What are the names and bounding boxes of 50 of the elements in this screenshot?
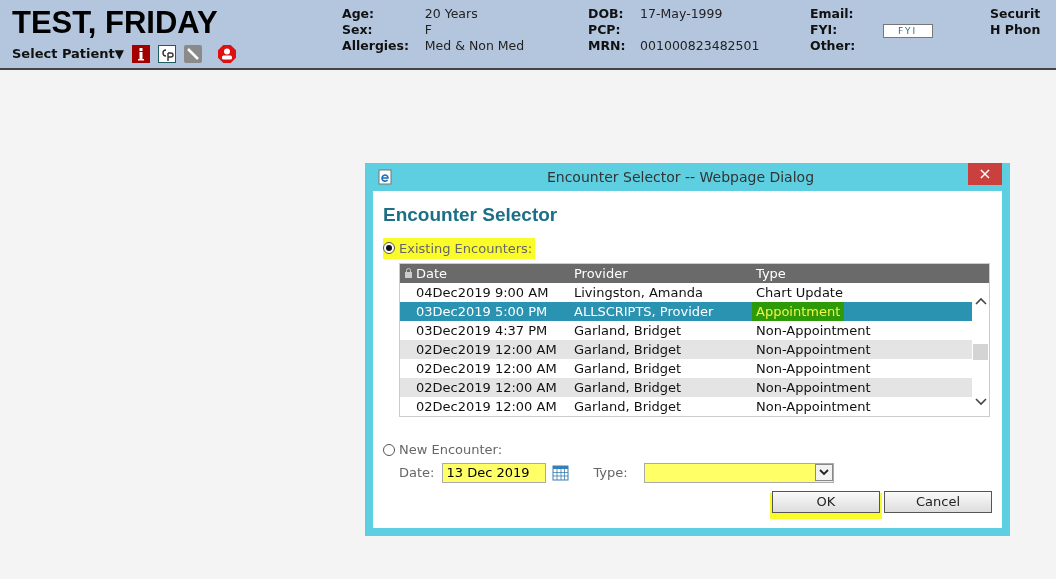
info-icon[interactable]: [132, 44, 151, 63]
patient-name: TEST, FRIDAY: [12, 6, 219, 40]
lock-icon: [405, 268, 412, 278]
column-header[interactable]: Provider: [574, 264, 756, 283]
caret-icon: [814, 464, 833, 482]
column-header[interactable]: Type: [756, 264, 989, 283]
encounter-row[interactable]: 02Dec2019 12:00 AM Garland, Bridget Non-Appointment: [400, 397, 972, 416]
select-patient-dropdown[interactable]: Select Patient▼: [12, 44, 125, 64]
field-value: 001000823482501: [640, 38, 761, 54]
document-icon[interactable]: [158, 44, 177, 63]
calendar-icon[interactable]: [552, 464, 570, 482]
field-value: Med & Non Med: [424, 38, 526, 54]
encounter-row[interactable]: 02Dec2019 12:00 AM Garland, Bridget Non-Appointment: [400, 359, 972, 378]
person-alert-icon[interactable]: [218, 44, 237, 63]
field-label: Securit: [990, 6, 1041, 22]
field-label: PCP:: [588, 22, 622, 38]
scroll-down-icon[interactable]: [974, 398, 987, 406]
field-label: FYI:: [810, 22, 839, 38]
field-label: DOB:: [588, 6, 625, 22]
field-label: Sex:: [342, 22, 374, 38]
date-field[interactable]: 13 Dec 2019: [442, 462, 547, 483]
date-label: Date:: [399, 464, 435, 482]
close-button[interactable]: ×: [968, 163, 1002, 185]
browser-page-icon: [377, 169, 393, 185]
field-label: Allergies:: [342, 38, 411, 54]
field-label: Email:: [810, 6, 855, 22]
encounter-row[interactable]: 03Dec2019 4:37 PM Garland, Bridget Non-Appointment: [400, 321, 972, 340]
field-value: F: [424, 22, 433, 38]
scroll-up-icon[interactable]: [974, 297, 987, 305]
field-value: 17-May-1999: [640, 6, 724, 22]
pencil-icon[interactable]: [184, 44, 203, 63]
type-label: Type:: [593, 464, 628, 482]
dialog-heading: Encounter Selector: [383, 203, 559, 227]
field-label: H Phon: [990, 22, 1041, 38]
type-dropdown[interactable]: [643, 462, 834, 483]
field-label: Other:: [810, 38, 857, 54]
scroll-thumb[interactable]: [973, 343, 988, 360]
encounter-row[interactable]: 02Dec2019 12:00 AM Garland, Bridget Non-Appointment: [400, 340, 972, 359]
field-label: MRN:: [588, 38, 627, 54]
dialog-button[interactable]: Cancel: [884, 490, 992, 513]
field-label: Age:: [342, 6, 376, 22]
field-value: 20 Years: [424, 6, 479, 22]
encounter-row[interactable]: 04Dec2019 9:00 AM Livingston, Amanda Chart Update: [400, 283, 972, 302]
dialog-title: Encounter Selector -- Webpage Dialog: [545, 167, 816, 187]
existing-encounters-radio[interactable]: Existing Encounters:: [383, 237, 536, 259]
encounter-row[interactable]: 03Dec2019 5:00 PM ALLSCRIPTS, Provider Appointment: [400, 302, 972, 321]
fyi-button[interactable]: FYI: [882, 24, 933, 38]
new-encounter-radio[interactable]: New Encounter:: [383, 439, 506, 461]
encounter-row[interactable]: 02Dec2019 12:00 AM Garland, Bridget Non-Appointment: [400, 378, 972, 397]
column-header[interactable]: Date: [416, 264, 574, 283]
